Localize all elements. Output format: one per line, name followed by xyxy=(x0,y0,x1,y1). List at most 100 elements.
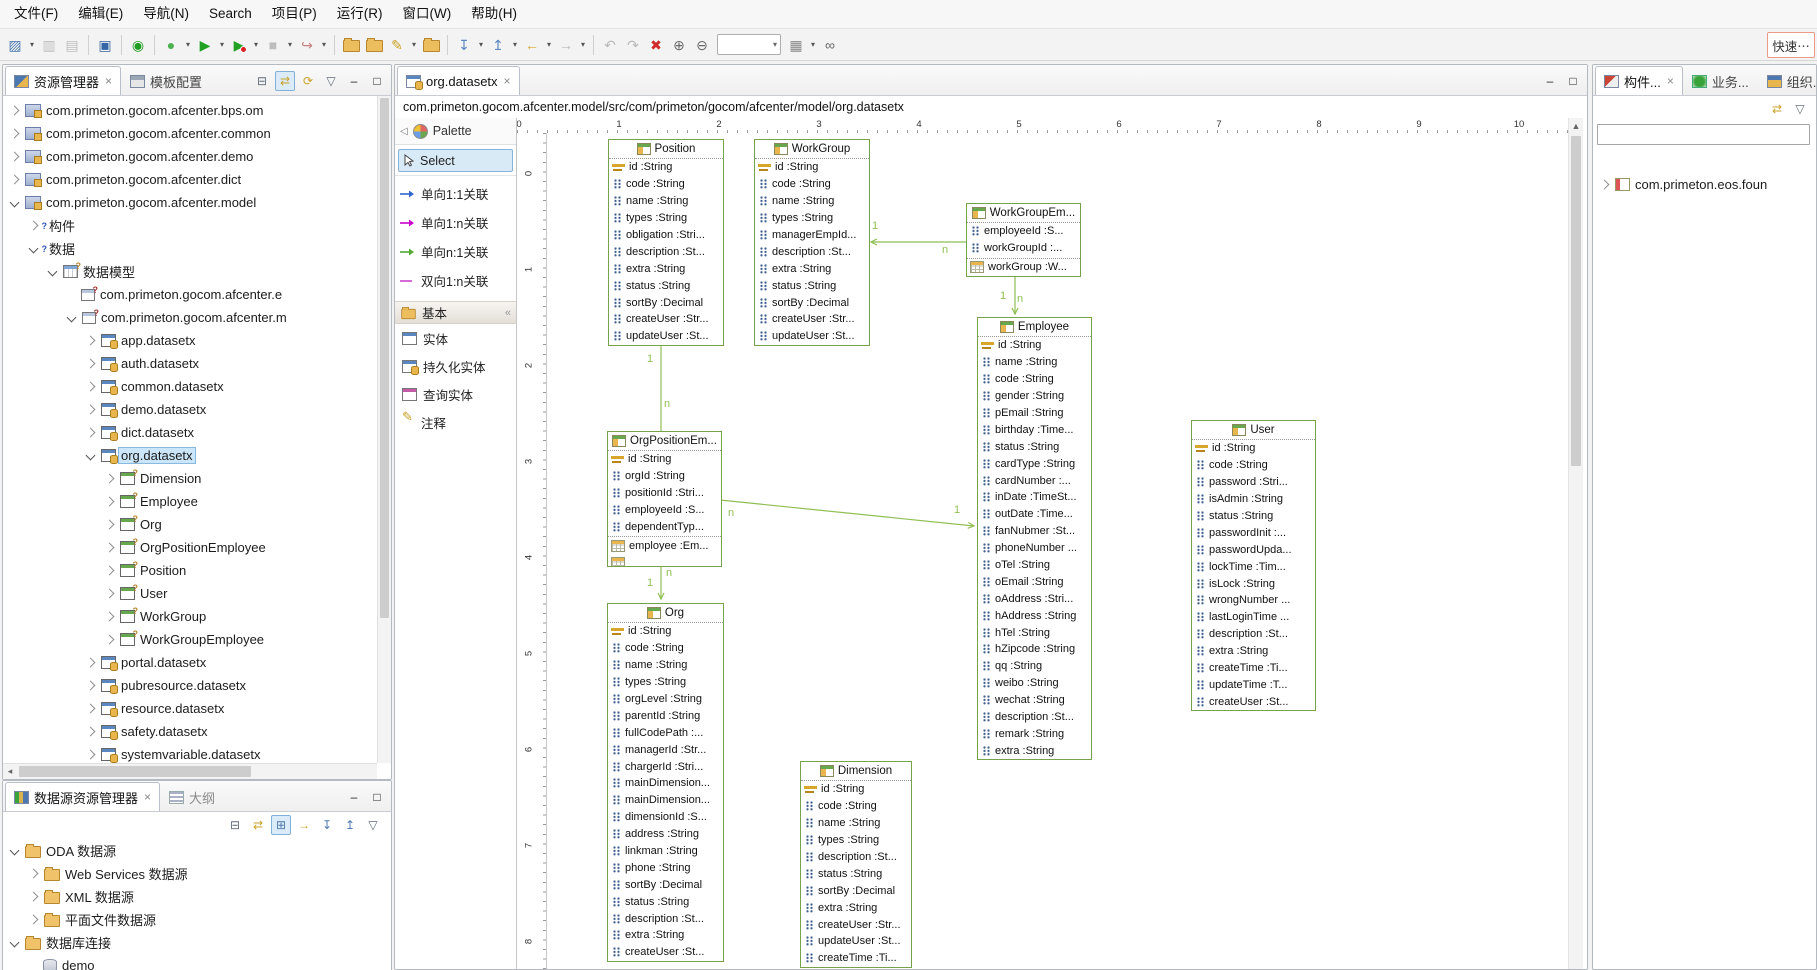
chevron-right-icon[interactable] xyxy=(105,612,115,622)
step-button[interactable]: ↪ xyxy=(296,33,318,57)
field-row[interactable]: fanNubmer :St... xyxy=(978,523,1091,540)
field-row[interactable]: positionId :Stri... xyxy=(608,485,721,502)
tree-item[interactable]: WorkGroupEmployee xyxy=(3,628,377,651)
chevron-right-icon[interactable] xyxy=(29,892,39,902)
field-row[interactable]: description :St... xyxy=(1192,626,1315,643)
tree-item[interactable]: common.datasetx xyxy=(3,375,377,398)
resource-tab-1[interactable]: 资源管理器× xyxy=(5,66,121,95)
horizontal-scrollbar[interactable]: ◂ xyxy=(3,763,377,779)
field-row[interactable]: remark :String xyxy=(978,725,1091,742)
palette-select-tool[interactable]: Select xyxy=(398,149,513,172)
chevron-right-icon[interactable] xyxy=(10,129,20,139)
dropdown-arrow-icon[interactable]: ▾ xyxy=(409,33,419,57)
redo-button[interactable]: ↷ xyxy=(622,33,644,57)
menubar-item-4[interactable]: Search xyxy=(199,0,262,28)
tree-item[interactable]: demo.datasetx xyxy=(3,398,377,421)
delete-button[interactable]: ✖ xyxy=(645,33,667,57)
close-icon[interactable]: × xyxy=(504,74,511,88)
tree-item[interactable]: ODA 数据源 xyxy=(3,839,391,862)
tree-item[interactable]: Dimension xyxy=(3,467,377,490)
field-row[interactable]: types :String xyxy=(608,674,723,691)
chevron-right-icon[interactable] xyxy=(86,428,96,438)
field-row[interactable]: id :String xyxy=(609,159,723,176)
field-row[interactable]: description :St... xyxy=(801,849,911,866)
field-row[interactable]: extra :String xyxy=(608,927,723,944)
field-row[interactable]: createUser :Str... xyxy=(609,311,723,328)
run-last-button[interactable]: ▶ xyxy=(228,33,250,57)
field-row[interactable]: pEmail :String xyxy=(978,405,1091,422)
field-row[interactable]: updateUser :St... xyxy=(609,328,723,345)
minimize-icon[interactable]: – xyxy=(1540,71,1560,91)
link-with-editor-icon[interactable]: ⇄ xyxy=(248,815,268,835)
chevron-right-icon[interactable] xyxy=(105,566,115,576)
menubar-item-8[interactable]: 帮助(H) xyxy=(461,0,527,28)
field-row[interactable]: code :String xyxy=(608,640,723,657)
chevron-down-icon[interactable] xyxy=(86,451,96,461)
field-row[interactable]: name :String xyxy=(755,193,869,210)
tree-item[interactable]: Employee xyxy=(3,490,377,513)
entity-workgroupem[interactable]: WorkGroupEm...employeeId :S...workGroupI… xyxy=(966,203,1081,277)
tree-item[interactable]: com.primeton.gocom.afcenter.demo xyxy=(3,145,377,168)
field-row[interactable]: extra :String xyxy=(755,260,869,277)
field-row[interactable]: managerId :Str... xyxy=(608,741,723,758)
field-row[interactable]: cardType :String xyxy=(978,455,1091,472)
field-row[interactable]: createUser :St... xyxy=(1192,693,1315,710)
palette-item-1[interactable]: 实体 xyxy=(395,324,516,352)
tree-item[interactable]: OrgPositionEmployee xyxy=(3,536,377,559)
relation-orgpositionemployee-employee[interactable] xyxy=(720,500,974,526)
field-row[interactable]: workGroupId :... xyxy=(967,240,1080,257)
component-filter-input[interactable] xyxy=(1597,124,1810,145)
tree-item[interactable]: demo xyxy=(3,954,391,970)
datasource-tree[interactable]: ODA 数据源Web Services 数据源XML 数据源平面文件数据源数据库… xyxy=(3,839,391,970)
run-button[interactable]: ▶ xyxy=(194,33,216,57)
tree-item[interactable]: WorkGroup xyxy=(3,605,377,628)
field-row[interactable]: sortBy :Decimal xyxy=(609,294,723,311)
save-button[interactable]: ▥ xyxy=(38,33,60,57)
reference-row[interactable]: workGroup :W... xyxy=(967,259,1080,276)
dropdown-arrow-icon[interactable]: ▾ xyxy=(808,33,818,57)
entity-orgpositionem[interactable]: OrgPositionEm...id :StringorgId :Stringp… xyxy=(607,431,722,567)
field-row[interactable]: phone :String xyxy=(608,859,723,876)
palette-item-3[interactable]: 查询实体 xyxy=(395,380,516,408)
chevron-right-icon[interactable] xyxy=(105,543,115,553)
field-row[interactable]: mainDimension... xyxy=(608,775,723,792)
field-row[interactable]: types :String xyxy=(609,210,723,227)
check-out-button[interactable]: ↧ xyxy=(453,33,475,57)
field-row[interactable]: status :String xyxy=(755,277,869,294)
menubar-item-2[interactable]: 编辑(E) xyxy=(68,0,133,28)
field-row[interactable]: hZipcode :String xyxy=(978,641,1091,658)
palette-tool-1[interactable]: 单向1:1关联 xyxy=(395,179,516,208)
field-row[interactable]: updateUser :St... xyxy=(755,328,869,345)
datasource-tab-2[interactable]: 大纲 xyxy=(160,782,224,811)
field-row[interactable]: passwordInit :... xyxy=(1192,524,1315,541)
field-row[interactable]: linkman :String xyxy=(608,843,723,860)
field-row[interactable]: extra :String xyxy=(978,742,1091,759)
dropdown-arrow-icon[interactable]: ▾ xyxy=(578,33,588,57)
pin-icon[interactable]: « xyxy=(505,307,511,319)
chevron-right-icon[interactable] xyxy=(29,221,39,231)
field-row[interactable]: id :String xyxy=(755,159,869,176)
vertical-scrollbar[interactable] xyxy=(377,96,391,763)
resource-tab-2[interactable]: 模板配置 xyxy=(121,66,211,95)
component-tab-1[interactable]: 构件...× xyxy=(1595,66,1683,95)
field-row[interactable]: inDate :TimeSt... xyxy=(978,489,1091,506)
entity-org[interactable]: Orgid :Stringcode :Stringname :Stringtyp… xyxy=(607,603,724,962)
field-row[interactable]: id :String xyxy=(608,451,721,468)
tree-item[interactable]: portal.datasetx xyxy=(3,651,377,674)
resource-tree[interactable]: com.primeton.gocom.afcenter.bps.omcom.pr… xyxy=(3,96,377,763)
close-icon[interactable]: × xyxy=(1667,74,1674,88)
field-row[interactable]: id :String xyxy=(1192,440,1315,457)
tree-item[interactable]: safety.datasetx xyxy=(3,720,377,743)
scroll-left-icon[interactable]: ◂ xyxy=(3,764,17,779)
menubar-item-3[interactable]: 导航(N) xyxy=(133,0,199,28)
collapse-all-icon[interactable]: ⊟ xyxy=(225,815,245,835)
minimize-icon[interactable]: – xyxy=(344,787,364,807)
field-row[interactable]: outDate :Time... xyxy=(978,506,1091,523)
entity-user[interactable]: Userid :Stringcode :Stringpassword :Stri… xyxy=(1191,420,1316,711)
maximize-icon[interactable]: □ xyxy=(367,787,387,807)
chevron-down-icon[interactable] xyxy=(29,244,39,254)
entity-workgroup[interactable]: WorkGroupid :Stringcode :Stringname :Str… xyxy=(754,139,870,346)
open-project-button[interactable] xyxy=(363,33,385,57)
field-row[interactable]: description :St... xyxy=(978,709,1091,726)
editor-vertical-scrollbar[interactable]: ▲ xyxy=(1568,118,1583,969)
